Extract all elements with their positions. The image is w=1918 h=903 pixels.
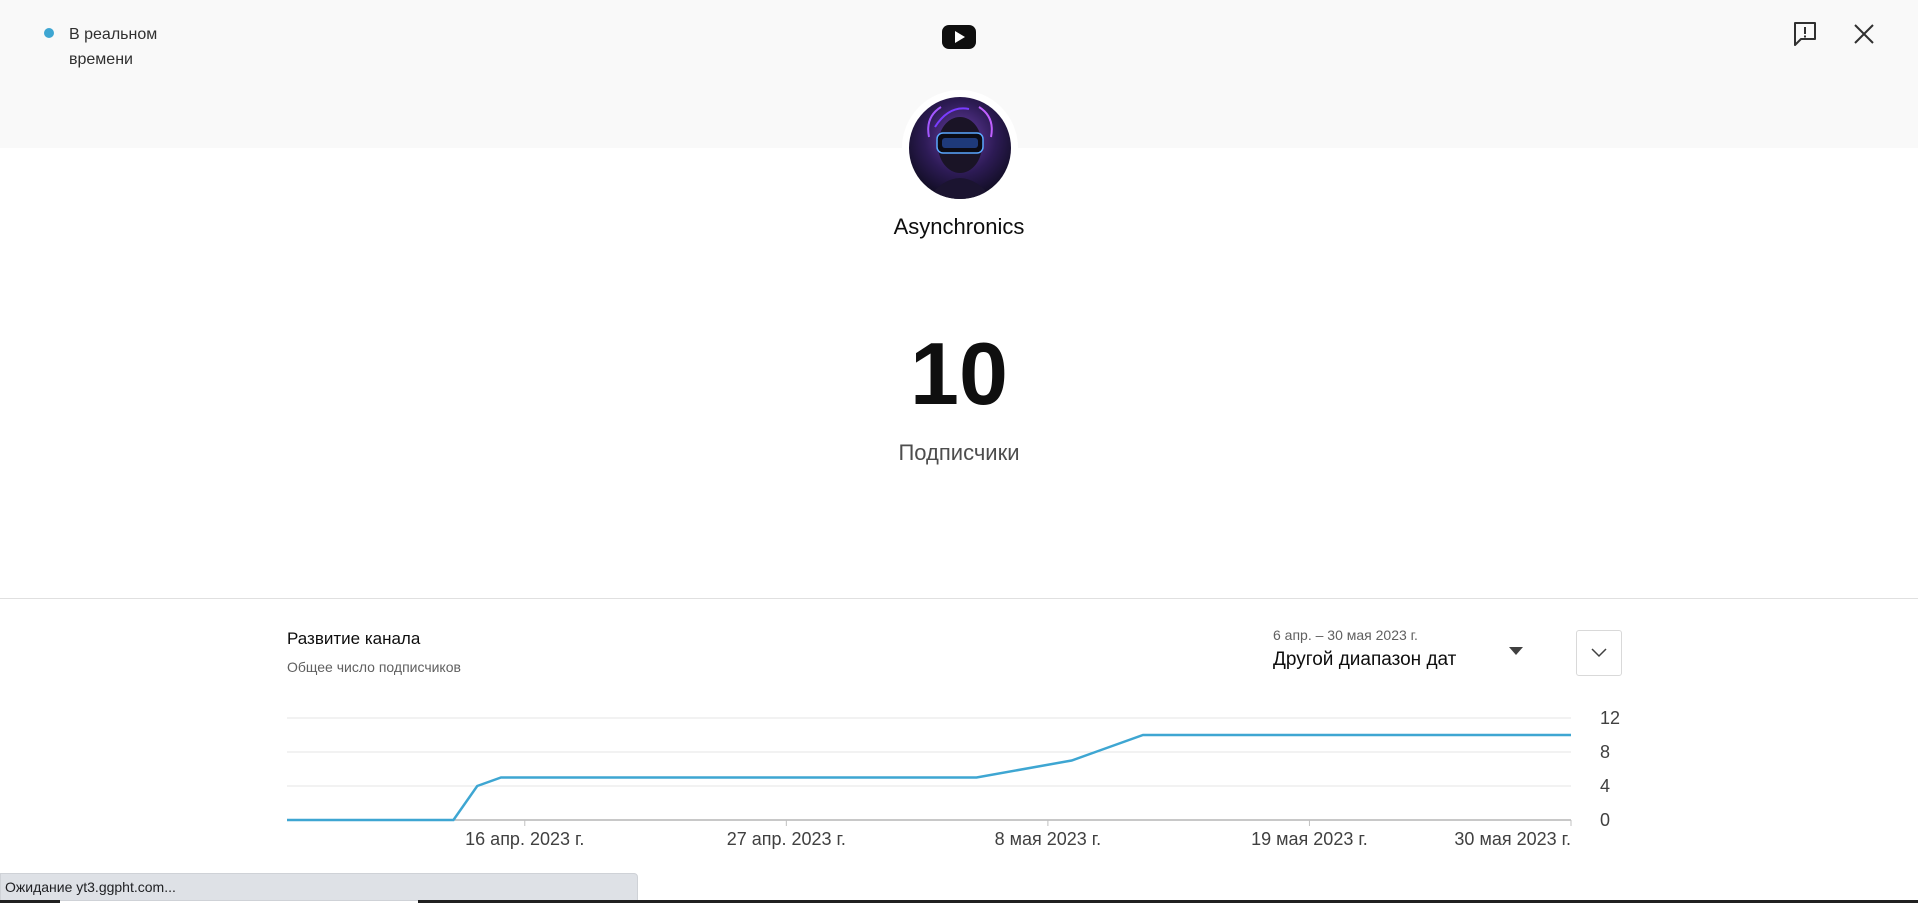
expand-button[interactable] — [1576, 630, 1622, 676]
channel-name: Asynchronics — [893, 214, 1025, 239]
x-tick-label: 16 апр. 2023 г. — [465, 829, 584, 849]
close-icon[interactable] — [1850, 20, 1878, 48]
youtube-icon — [942, 25, 976, 49]
y-tick-label: 0 — [1600, 810, 1610, 830]
dropdown-arrow-icon[interactable] — [1509, 647, 1523, 655]
panel-subtitle: Общее число подписчиков — [287, 659, 461, 675]
y-tick-label: 4 — [1600, 776, 1610, 796]
date-range-dates[interactable]: 6 апр. – 30 мая 2023 г. — [1273, 627, 1418, 643]
chevron-down-icon — [1591, 648, 1607, 658]
subscriber-count-label: Подписчики — [898, 440, 1020, 465]
subscriber-count: 10 — [910, 324, 1008, 423]
live-indicator: В реальном времени — [44, 22, 179, 72]
feedback-icon[interactable] — [1792, 20, 1818, 48]
status-bar: Ожидание yt3.ggpht.com... — [0, 873, 638, 901]
y-tick-label: 12 — [1600, 708, 1620, 728]
panel-title: Развитие канала — [287, 629, 421, 648]
live-dot-icon — [44, 28, 54, 38]
live-label: В реальном времени — [69, 26, 158, 68]
divider — [0, 598, 1918, 599]
channel-avatar — [902, 90, 1018, 206]
date-range-dropdown[interactable]: Другой диапазон дат — [1273, 649, 1456, 671]
x-tick-label: 8 мая 2023 г. — [995, 829, 1102, 849]
x-tick-label: 27 апр. 2023 г. — [727, 829, 846, 849]
x-tick-label: 30 мая 2023 г. — [1454, 829, 1571, 849]
subscriber-chart: 12 8 4 0 16 апр. 2023 г. 27 апр. 2023 г. 8 мая… — [286, 708, 1620, 849]
series-line-subscribers — [287, 733, 1571, 822]
y-tick-label: 8 — [1600, 742, 1610, 762]
x-tick-label: 19 мая 2023 г. — [1251, 829, 1368, 849]
